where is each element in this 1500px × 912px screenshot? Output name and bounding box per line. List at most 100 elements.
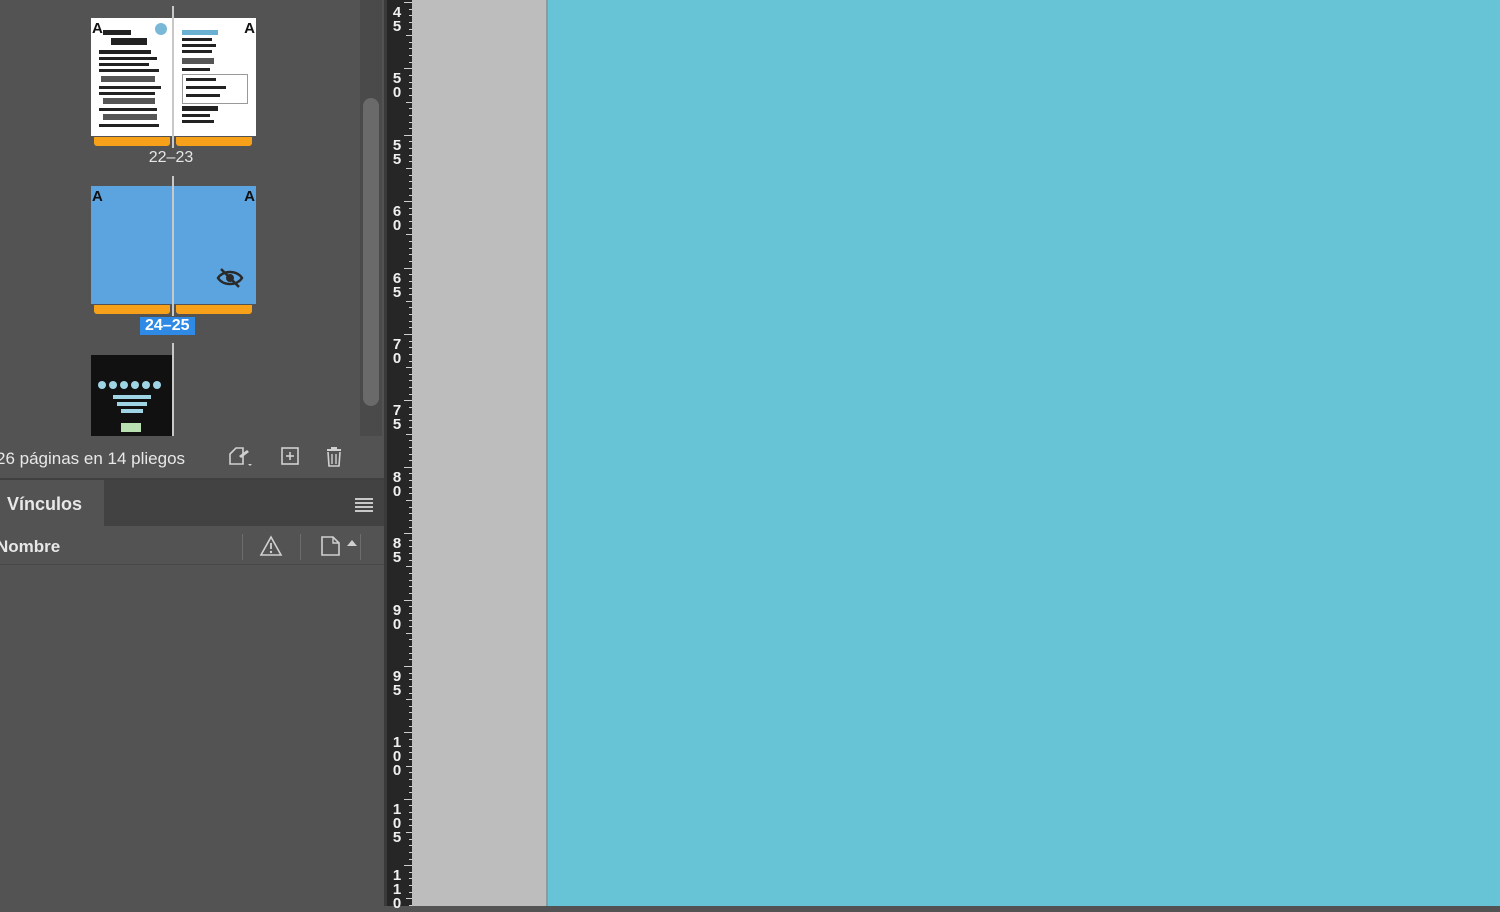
master-label: A	[92, 188, 103, 205]
ruler-label: 50	[392, 70, 402, 102]
master-label: A	[244, 188, 255, 205]
ruler-tick	[404, 334, 412, 335]
ruler-tick	[404, 599, 412, 601]
warning-icon[interactable]	[259, 535, 283, 557]
ruler-tick	[404, 134, 412, 136]
thumb-line	[186, 86, 226, 89]
ruler-label: 70	[392, 336, 402, 367]
master-applied-bar	[176, 137, 252, 146]
thumb-line	[182, 58, 214, 64]
thumb-line	[182, 44, 216, 47]
ruler-label: 110	[392, 867, 402, 912]
thumb-block	[121, 423, 141, 432]
ruler-tick	[404, 400, 412, 402]
thumb-line	[103, 30, 131, 35]
ruler-label: 100	[392, 734, 402, 780]
tab-links-label: Vínculos	[7, 494, 83, 514]
page-thumbnail-26[interactable]	[91, 355, 172, 436]
ruler-label: 90	[392, 601, 402, 633]
master-applied-bar	[94, 137, 170, 146]
ruler-tick	[404, 666, 412, 667]
thumb-line	[99, 50, 151, 54]
thumb-line	[99, 69, 159, 72]
new-page-icon[interactable]	[278, 446, 302, 470]
master-applied-bar	[94, 305, 170, 314]
thumb-line	[182, 68, 210, 71]
thumb-line	[99, 86, 161, 89]
page-thumbnail-23[interactable]: A	[174, 18, 256, 136]
thumb-line	[182, 38, 212, 41]
left-panel: A A 22–23 A A 24–25 26 páginas en 14 pli…	[0, 0, 384, 906]
page-icon[interactable]	[320, 535, 342, 557]
pages-scrollbar-thumb[interactable]	[363, 98, 379, 406]
master-label: A	[92, 20, 103, 37]
column-separator	[360, 534, 361, 560]
ruler-tick	[404, 798, 412, 800]
sort-up-icon[interactable]	[346, 539, 358, 547]
thumb-line	[111, 38, 147, 45]
ruler-label: 60	[392, 203, 402, 235]
spread-label-selected[interactable]: 24–25	[140, 317, 195, 335]
thumb-line	[99, 108, 157, 111]
thumb-line	[182, 120, 214, 123]
vertical-ruler[interactable]: 45 50 55 60 65 70 75 80 85 90 95 100 105 110	[384, 0, 412, 911]
column-separator	[300, 534, 301, 560]
spread-label[interactable]: 22–23	[140, 149, 202, 167]
thumb-line	[186, 78, 216, 81]
ruler-tick	[404, 201, 412, 203]
document-page[interactable]	[548, 0, 1500, 906]
ruler-tick	[404, 466, 412, 468]
thumb-line	[182, 114, 210, 117]
links-column-header: Nombre	[0, 526, 384, 565]
thumb-circles	[97, 377, 165, 389]
column-name-header[interactable]: Nombre	[0, 537, 60, 557]
ruler-tick	[404, 267, 412, 269]
ruler-label: 85	[392, 535, 402, 567]
ruler-label: 80	[392, 468, 402, 500]
master-label: A	[244, 20, 255, 37]
ruler-tick	[404, 68, 412, 70]
edit-page-size-icon[interactable]	[227, 446, 252, 470]
ruler-label: 45	[392, 4, 402, 35]
thumb-line	[103, 114, 157, 120]
thumb-line	[101, 76, 155, 82]
ruler-label: 65	[392, 269, 402, 301]
ruler-tick	[404, 865, 412, 867]
page-thumbnail-24[interactable]: A	[91, 186, 172, 304]
ruler-label: 95	[392, 668, 402, 699]
panel-menu-icon[interactable]	[355, 498, 373, 512]
ruler-tick	[404, 2, 412, 3]
thumb-line	[182, 50, 212, 53]
thumb-line	[99, 124, 159, 127]
pasteboard[interactable]	[412, 0, 547, 906]
links-panel-header: Vínculos	[0, 480, 384, 526]
delete-page-icon[interactable]	[322, 446, 346, 470]
ruler-label: 75	[392, 402, 402, 434]
thumb-line	[99, 57, 157, 60]
ruler-tick	[404, 732, 412, 734]
page-thumbnail-25[interactable]: A	[174, 186, 256, 304]
thumb-badge-icon	[155, 23, 167, 35]
spread-spine	[172, 343, 174, 436]
thumb-line	[182, 30, 218, 35]
page-thumbnail-22[interactable]: A	[91, 18, 172, 136]
thumb-line	[99, 63, 149, 66]
master-applied-bar	[176, 305, 252, 314]
thumb-line	[186, 94, 220, 97]
tab-links[interactable]: Vínculos	[0, 480, 104, 526]
column-separator	[242, 534, 243, 560]
ruler-tick	[404, 533, 412, 535]
thumb-line	[99, 92, 155, 95]
thumb-line	[113, 395, 151, 399]
ruler-label: 55	[392, 136, 402, 168]
thumb-line	[103, 98, 155, 104]
thumb-line	[182, 106, 218, 111]
eye-slash-icon[interactable]	[216, 266, 244, 290]
ruler-label: 105	[392, 800, 402, 846]
pages-panel[interactable]: A A 22–23 A A 24–25	[0, 0, 384, 436]
thumb-line	[121, 409, 143, 413]
pages-footer: 26 páginas en 14 pliegos	[0, 436, 384, 480]
links-list[interactable]	[0, 565, 384, 906]
thumb-line	[117, 402, 147, 406]
pages-status-text: 26 páginas en 14 pliegos	[0, 449, 186, 468]
